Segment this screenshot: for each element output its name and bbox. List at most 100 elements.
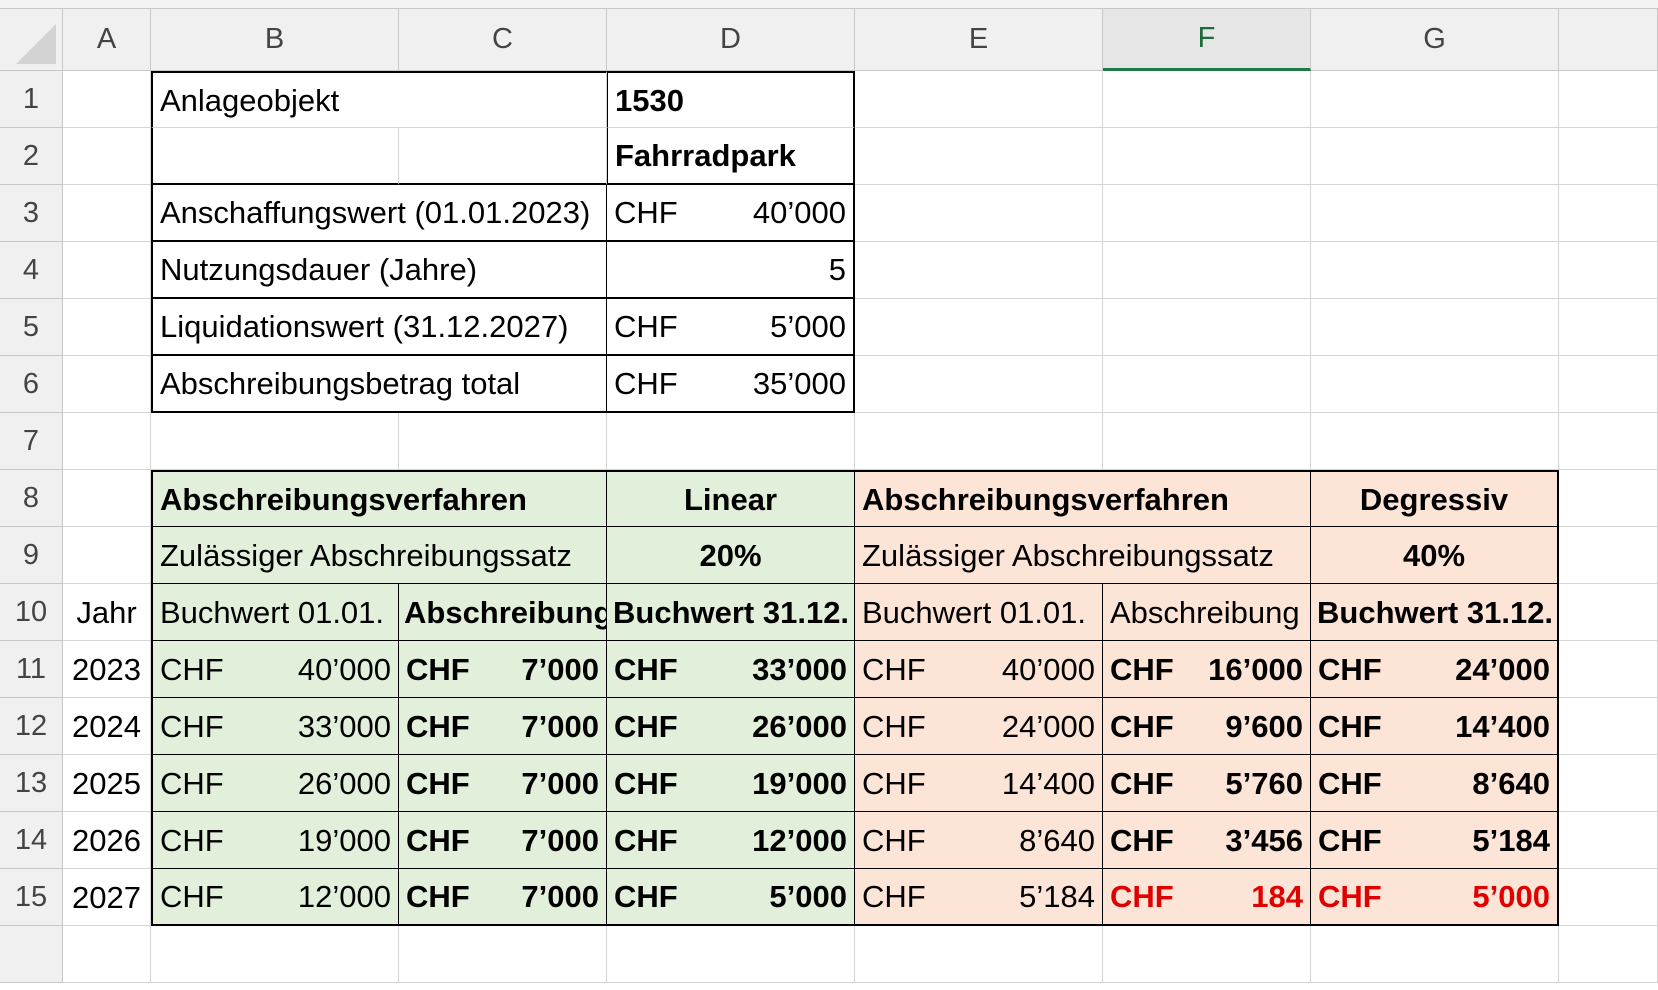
cell-d6[interactable]: CHF 35’000 <box>607 356 855 413</box>
cell-lin-end[interactable]: CHF 33’000 <box>607 641 855 698</box>
row-header-16[interactable] <box>0 926 63 983</box>
select-all-corner[interactable] <box>0 9 63 71</box>
column-header-h[interactable] <box>1559 9 1658 71</box>
column-header-e[interactable]: E <box>855 9 1103 71</box>
cell-d1[interactable]: 1530 <box>607 71 855 128</box>
cell-d10[interactable]: Buchwert 31.12. <box>607 584 855 641</box>
cell-g3[interactable] <box>1311 185 1559 242</box>
cell-h[interactable] <box>1559 812 1658 869</box>
row-header-3[interactable]: 3 <box>0 185 63 242</box>
cell-c7[interactable] <box>399 413 607 470</box>
cell-deg-start[interactable]: CHF 24’000 <box>855 698 1103 755</box>
cell-b1[interactable]: Anlageobjekt <box>151 71 399 128</box>
cell-h16[interactable] <box>1559 926 1658 983</box>
cell-deg-end[interactable]: CHF 5’000 <box>1311 869 1559 926</box>
cell-lin-abschr[interactable]: CHF 7’000 <box>399 641 607 698</box>
cell-h[interactable] <box>1559 641 1658 698</box>
cell-g1[interactable] <box>1311 71 1559 128</box>
row-header-8[interactable]: 8 <box>0 470 63 527</box>
cell-g16[interactable] <box>1311 926 1559 983</box>
cell-deg-abschr[interactable]: CHF 184 <box>1103 869 1311 926</box>
cell-deg-abschr[interactable]: CHF 9’600 <box>1103 698 1311 755</box>
cell-a2[interactable] <box>63 128 151 185</box>
cell-f3[interactable] <box>1103 185 1311 242</box>
cell-deg-end[interactable]: CHF 8’640 <box>1311 755 1559 812</box>
column-header-a[interactable]: A <box>63 9 151 71</box>
cell-h[interactable] <box>1559 698 1658 755</box>
cell-a9[interactable] <box>63 527 151 584</box>
cell-lin-start[interactable]: CHF 26’000 <box>151 755 399 812</box>
row-header-7[interactable]: 7 <box>0 413 63 470</box>
cell-h10[interactable] <box>1559 584 1658 641</box>
cell-lin-end[interactable]: CHF 26’000 <box>607 698 855 755</box>
cell-f4[interactable] <box>1103 242 1311 299</box>
cell-b3-merged[interactable]: Anschaffungswert (01.01.2023) <box>151 185 607 242</box>
cell-deg-end[interactable]: CHF 14’400 <box>1311 698 1559 755</box>
cell-a5[interactable] <box>63 299 151 356</box>
cell-d5[interactable]: CHF 5’000 <box>607 299 855 356</box>
cell-lin-end[interactable]: CHF 19’000 <box>607 755 855 812</box>
cell-a4[interactable] <box>63 242 151 299</box>
cell-a8[interactable] <box>63 470 151 527</box>
cell-a10[interactable]: Jahr <box>63 584 151 641</box>
cell-e16[interactable] <box>855 926 1103 983</box>
cell-lin-end[interactable]: CHF 5’000 <box>607 869 855 926</box>
cell-e3[interactable] <box>855 185 1103 242</box>
column-header-g[interactable]: G <box>1311 9 1559 71</box>
cell-c2[interactable] <box>399 128 607 185</box>
cell-h7[interactable] <box>1559 413 1658 470</box>
cell-d16[interactable] <box>607 926 855 983</box>
column-header-d[interactable]: D <box>607 9 855 71</box>
cell-g7[interactable] <box>1311 413 1559 470</box>
cell-year[interactable]: 2027 <box>63 869 151 926</box>
cell-h6[interactable] <box>1559 356 1658 413</box>
cell-f7[interactable] <box>1103 413 1311 470</box>
cell-deg-start[interactable]: CHF 5’184 <box>855 869 1103 926</box>
cell-g8[interactable]: Degressiv <box>1311 470 1559 527</box>
row-header-9[interactable]: 9 <box>0 527 63 584</box>
cell-e8-merged[interactable]: Abschreibungsverfahren <box>855 470 1311 527</box>
row-header-15[interactable]: 15 <box>0 869 63 926</box>
cell-b10[interactable]: Buchwert 01.01. <box>151 584 399 641</box>
cell-d2[interactable]: Fahrradpark <box>607 128 855 185</box>
cell-c16[interactable] <box>399 926 607 983</box>
cell-deg-end[interactable]: CHF 24’000 <box>1311 641 1559 698</box>
column-header-b[interactable]: B <box>151 9 399 71</box>
cell-lin-abschr[interactable]: CHF 7’000 <box>399 698 607 755</box>
cell-h9[interactable] <box>1559 527 1658 584</box>
cell-g9[interactable]: 40% <box>1311 527 1559 584</box>
cell-year[interactable]: 2024 <box>63 698 151 755</box>
cell-f10[interactable]: Abschreibung <box>1103 584 1311 641</box>
cell-e5[interactable] <box>855 299 1103 356</box>
cell-b16[interactable] <box>151 926 399 983</box>
cell-d3[interactable]: CHF 40’000 <box>607 185 855 242</box>
row-header-5[interactable]: 5 <box>0 299 63 356</box>
cell-d4[interactable]: 5 <box>607 242 855 299</box>
cell-b9-merged[interactable]: Zulässiger Abschreibungssatz <box>151 527 607 584</box>
row-header-11[interactable]: 11 <box>0 641 63 698</box>
cell-e9-merged[interactable]: Zulässiger Abschreibungssatz <box>855 527 1311 584</box>
cell-d8[interactable]: Linear <box>607 470 855 527</box>
cell-f6[interactable] <box>1103 356 1311 413</box>
row-header-2[interactable]: 2 <box>0 128 63 185</box>
cell-e6[interactable] <box>855 356 1103 413</box>
cell-lin-abschr[interactable]: CHF 7’000 <box>399 812 607 869</box>
cell-deg-abschr[interactable]: CHF 16’000 <box>1103 641 1311 698</box>
cell-f2[interactable] <box>1103 128 1311 185</box>
cell-h[interactable] <box>1559 869 1658 926</box>
cell-d7[interactable] <box>607 413 855 470</box>
row-header-14[interactable]: 14 <box>0 812 63 869</box>
cell-c1[interactable] <box>399 71 607 128</box>
cell-e2[interactable] <box>855 128 1103 185</box>
cell-g4[interactable] <box>1311 242 1559 299</box>
cell-lin-end[interactable]: CHF 12’000 <box>607 812 855 869</box>
cell-e7[interactable] <box>855 413 1103 470</box>
cell-h[interactable] <box>1559 755 1658 812</box>
cell-c10[interactable]: Abschreibung <box>399 584 607 641</box>
cell-b4-merged[interactable]: Nutzungsdauer (Jahre) <box>151 242 607 299</box>
cell-a7[interactable] <box>63 413 151 470</box>
cell-a1[interactable] <box>63 71 151 128</box>
row-header-13[interactable]: 13 <box>0 755 63 812</box>
cell-a6[interactable] <box>63 356 151 413</box>
cell-a3[interactable] <box>63 185 151 242</box>
